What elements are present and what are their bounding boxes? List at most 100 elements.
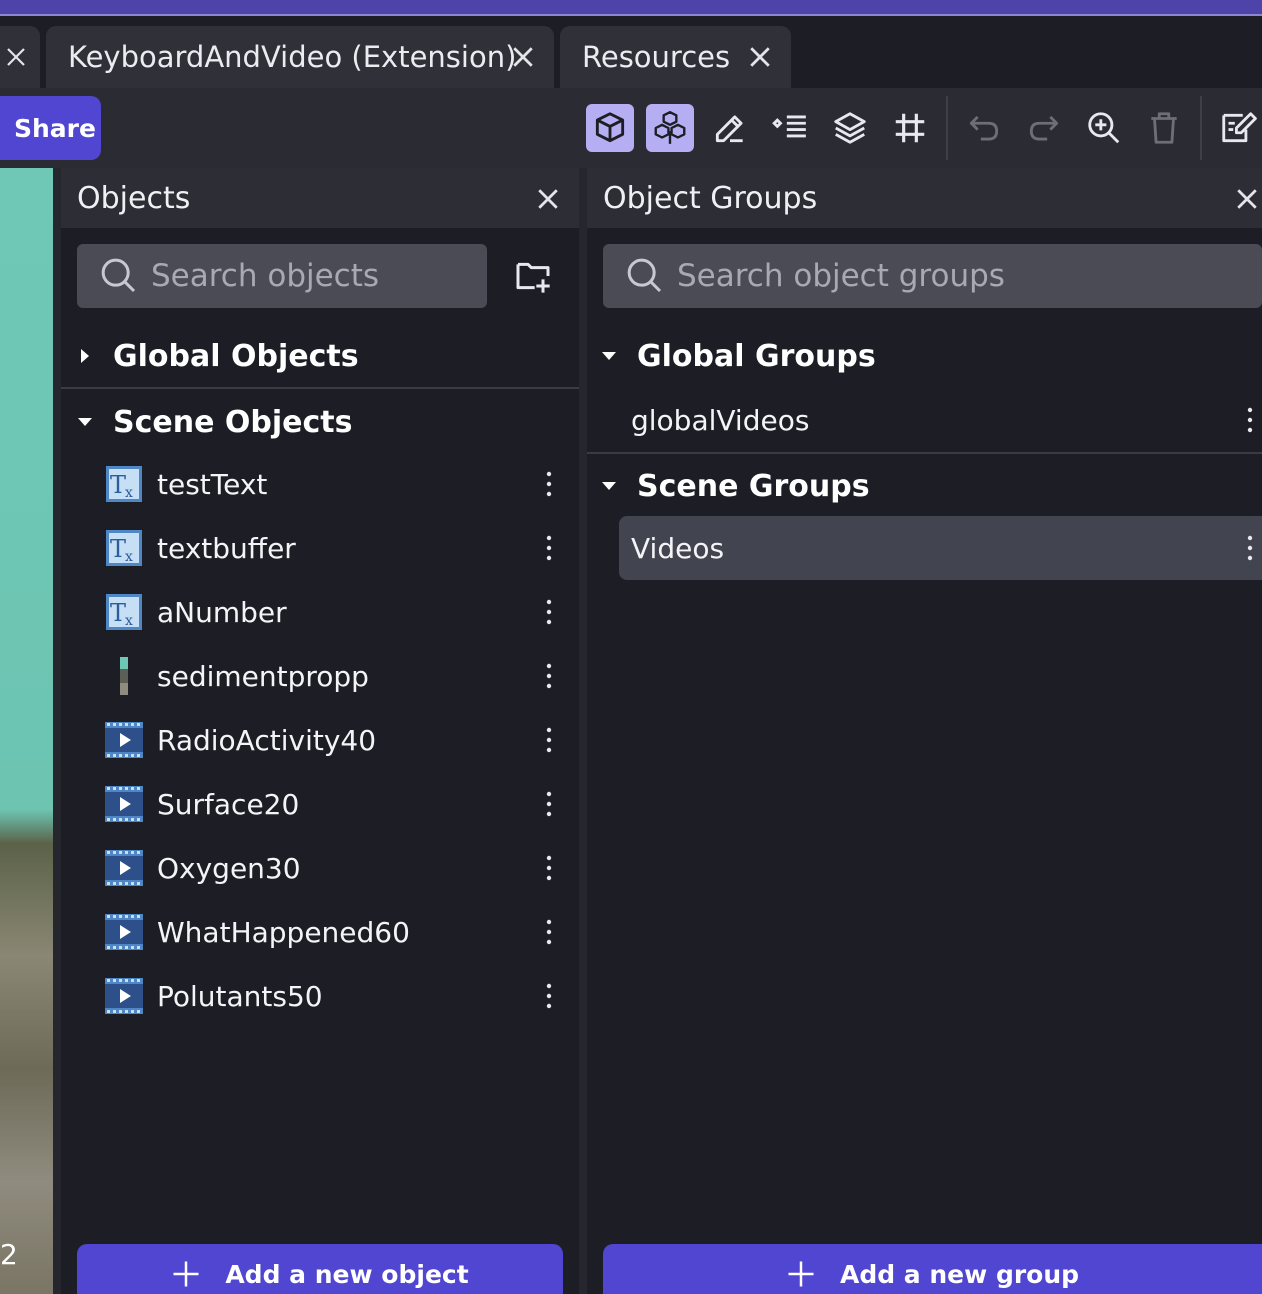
objects-panel: Objects Global Objects Scene Objects Txt…: [61, 168, 579, 1294]
scene-objects-section[interactable]: Scene Objects: [75, 402, 352, 442]
search-icon: [627, 258, 662, 293]
plus-icon: [788, 1261, 814, 1287]
undo-tool[interactable]: [960, 104, 1008, 152]
text-object-icon: Tx: [106, 594, 142, 630]
scene-toolbar: Share: [0, 88, 1262, 168]
video-object-icon: [105, 850, 143, 886]
list-tool[interactable]: [766, 104, 814, 152]
search-objects-input[interactable]: [139, 258, 487, 294]
caret-right-icon: [81, 349, 89, 363]
object-name: RadioActivity40: [157, 723, 377, 757]
grid-tool[interactable]: [886, 104, 934, 152]
section-label: Global Groups: [637, 338, 876, 374]
layers-tool[interactable]: [826, 104, 874, 152]
zoom-icon: [1088, 112, 1120, 144]
object-row[interactable]: RadioActivity40: [105, 708, 579, 772]
caret-down-icon: [602, 482, 616, 490]
svg-text:x: x: [125, 485, 133, 501]
share-button[interactable]: Share: [0, 96, 101, 160]
group-name: Videos: [631, 531, 725, 565]
object-row[interactable]: sedimentpropp: [105, 644, 579, 708]
search-groups-box: [603, 244, 1262, 308]
close-icon[interactable]: [508, 39, 538, 75]
undo-icon: [969, 115, 999, 141]
add-group-button[interactable]: Add a new group: [603, 1244, 1262, 1294]
video-object-icon: [105, 722, 143, 758]
redo-tool[interactable]: [1020, 104, 1068, 152]
trash-icon: [1151, 112, 1177, 144]
search-groups-input[interactable]: [665, 258, 1262, 294]
close-icon[interactable]: [533, 184, 563, 214]
more-options-icon[interactable]: [545, 662, 553, 690]
tab-keyboardandvideo[interactable]: KeyboardAndVideo (Extension): [46, 26, 554, 88]
close-icon[interactable]: [4, 44, 28, 70]
edit-events-tool[interactable]: [1214, 104, 1262, 152]
add-group-label: Add a new group: [839, 1259, 1080, 1289]
window-top-stripe: [0, 0, 1262, 16]
object-row[interactable]: Surface20: [105, 772, 579, 836]
edit-tool[interactable]: [706, 104, 754, 152]
section-divider: [587, 452, 1262, 454]
video-object-icon: [105, 978, 143, 1014]
more-options-icon[interactable]: [1246, 406, 1254, 434]
more-options-icon[interactable]: [545, 918, 553, 946]
video-object-icon: [105, 914, 143, 950]
object-name: Surface20: [157, 787, 300, 821]
object-groups-panel-header: Object Groups: [587, 168, 1262, 228]
video-object-icon: [105, 786, 143, 822]
object-row[interactable]: Tx testText: [105, 452, 579, 516]
close-icon[interactable]: [745, 39, 775, 75]
object-row[interactable]: Tx aNumber: [105, 580, 579, 644]
add-object-label: Add a new object: [225, 1259, 469, 1289]
search-icon: [101, 258, 136, 293]
objects-group-tool[interactable]: [646, 104, 694, 152]
svg-text:T: T: [110, 599, 126, 627]
scene-groups-section[interactable]: Scene Groups: [599, 466, 870, 506]
object-name: Oxygen30: [157, 851, 301, 885]
text-object-icon: Tx: [106, 530, 142, 566]
more-options-icon[interactable]: [1246, 534, 1254, 562]
svg-text:x: x: [125, 613, 133, 629]
object-row[interactable]: Polutants50: [105, 964, 579, 1028]
panel-title: Objects: [77, 180, 191, 216]
tab-label: Resources: [582, 40, 731, 74]
object-row[interactable]: Oxygen30: [105, 836, 579, 900]
layers-icon: [834, 112, 866, 144]
more-options-icon[interactable]: [545, 854, 553, 882]
object-icon: [595, 112, 625, 143]
tab-partial[interactable]: [0, 26, 40, 88]
object-row[interactable]: WhatHappened60: [105, 900, 579, 964]
global-objects-section[interactable]: Global Objects: [75, 336, 359, 376]
tab-resources[interactable]: Resources: [560, 26, 791, 88]
close-icon[interactable]: [1232, 184, 1262, 214]
caret-down-icon: [602, 352, 616, 360]
object-name: WhatHappened60: [157, 915, 410, 949]
group-row-videos[interactable]: Videos: [619, 516, 1262, 580]
search-objects-box: [77, 244, 487, 308]
section-label: Scene Groups: [637, 468, 870, 504]
more-options-icon[interactable]: [545, 790, 553, 818]
delete-tool[interactable]: [1140, 104, 1188, 152]
global-groups-section[interactable]: Global Groups: [599, 336, 876, 376]
more-options-icon[interactable]: [545, 598, 553, 626]
group-name: globalVideos: [631, 403, 810, 437]
add-object-button[interactable]: Add a new object: [77, 1244, 563, 1294]
scene-viewport[interactable]: 2: [0, 168, 53, 1294]
zoom-tool[interactable]: [1080, 104, 1128, 152]
object-name: testText: [157, 467, 268, 501]
svg-text:T: T: [110, 535, 126, 563]
object-name: sedimentpropp: [157, 659, 369, 693]
object-row[interactable]: Tx textbuffer: [105, 516, 579, 580]
add-folder-icon[interactable]: [513, 256, 553, 296]
toolbar-separator: [946, 96, 948, 160]
object-tool[interactable]: [586, 104, 634, 152]
edit-events-icon: [1222, 112, 1257, 143]
group-row-globalvideos[interactable]: globalVideos: [619, 388, 1262, 452]
svg-text:x: x: [125, 549, 133, 565]
more-options-icon[interactable]: [545, 726, 553, 754]
list-icon: [772, 115, 806, 138]
more-options-icon[interactable]: [545, 982, 553, 1010]
more-options-icon[interactable]: [545, 534, 553, 562]
more-options-icon[interactable]: [545, 470, 553, 498]
section-divider: [61, 387, 579, 389]
